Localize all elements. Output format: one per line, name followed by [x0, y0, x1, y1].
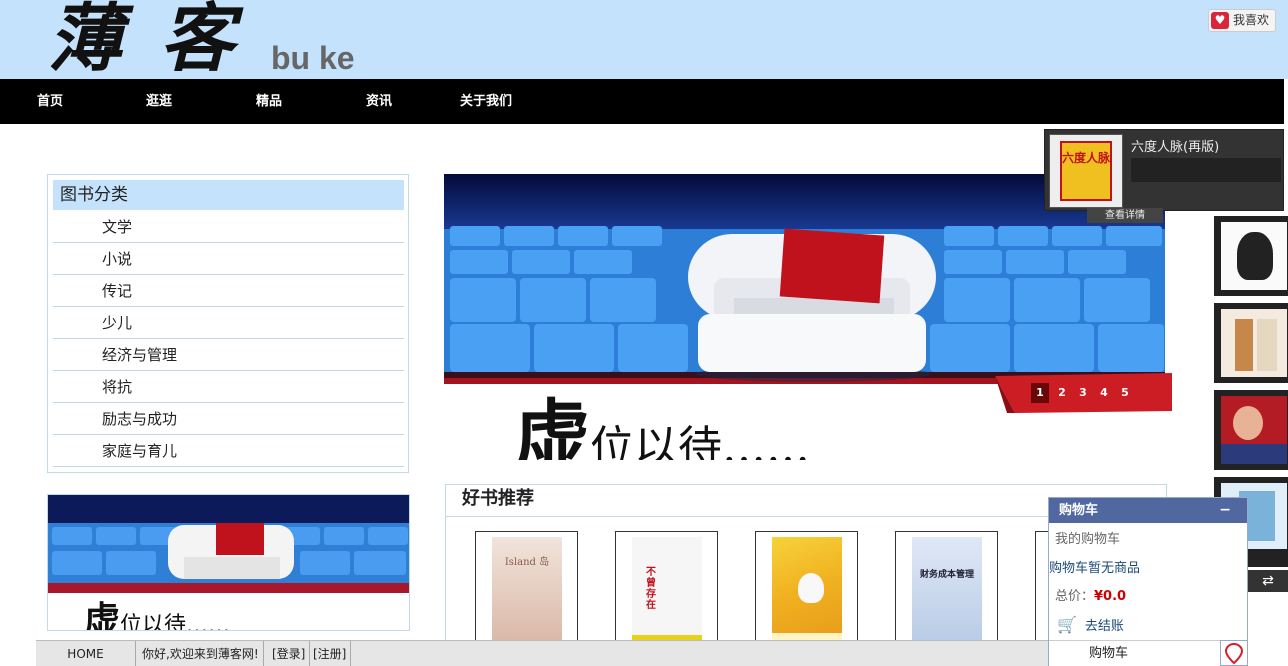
my-cart-label: 我的购物车 [1055, 532, 1121, 547]
like-button[interactable]: ♥ 我喜欢 [1208, 9, 1276, 32]
book-card[interactable]: 不曾存在 [615, 531, 718, 651]
bottom-toolbar: HOME 你好,欢迎来到薄客网! [登录] [注册] [36, 640, 1048, 666]
book-detail-popup: 六度人脉 六度人脉(再版) [1044, 129, 1284, 211]
banner-slogan: 虚位以待…… [514, 374, 810, 460]
login-link[interactable]: [登录] [268, 641, 311, 666]
nav-about[interactable]: 关于我们 [460, 79, 512, 124]
shuffle-icon[interactable]: ⇄ [1248, 570, 1288, 592]
nav-featured[interactable]: 精品 [256, 79, 282, 124]
book-card[interactable]: Island 岛 [475, 531, 578, 651]
category-item[interactable]: 传记 [53, 275, 404, 307]
book-card[interactable]: 财务成本管理 [895, 531, 998, 651]
category-item[interactable]: 家庭与育儿 [53, 435, 404, 467]
nav-home[interactable]: 首页 [37, 79, 63, 124]
category-item[interactable]: 小说 [53, 243, 404, 275]
category-item[interactable]: 文学 [53, 211, 404, 243]
category-item[interactable]: 少儿 [53, 307, 404, 339]
main-nav: 首页 逛逛 精品 资讯 关于我们 [0, 79, 1284, 124]
checkout-label: 去结账 [1084, 619, 1124, 634]
recommended-title: 好书推荐 [462, 488, 534, 509]
heart-icon: ♥ [1211, 12, 1229, 29]
like-label: 我喜欢 [1233, 13, 1270, 27]
book-cover-text: 财务成本管理 [919, 570, 974, 580]
view-detail-button[interactable]: 查看详情 [1087, 208, 1163, 223]
detail-thumbnail[interactable]: 六度人脉 [1049, 134, 1123, 208]
cart-header: 购物车 − [1049, 498, 1247, 523]
cart-minimize-button[interactable]: − [1219, 498, 1231, 523]
book-card[interactable] [755, 531, 858, 651]
detail-thumb-text: 六度人脉 [1060, 141, 1112, 201]
book-cover: Island 岛 [492, 537, 562, 645]
site-header: 薄客 bu ke ♥ 我喜欢 [0, 0, 1288, 82]
location-pin-icon[interactable] [1220, 640, 1248, 666]
book-cover-text: Island 岛 [504, 557, 550, 568]
nav-browse[interactable]: 逛逛 [146, 79, 172, 124]
main-banner[interactable]: 虚位以待…… [444, 174, 1165, 460]
logo-chinese[interactable]: 薄客 [48, 0, 272, 82]
shopping-cart-panel: 购物车 − 我的购物车 购物车暂无商品 总价：¥0.0 🛒 去结账 购物车 [1048, 497, 1248, 666]
category-item[interactable]: 励志与成功 [53, 403, 404, 435]
pager-page-1[interactable]: 1 [1031, 383, 1049, 403]
detail-book-name: 六度人脉(再版) [1131, 140, 1220, 155]
welcome-text: 你好,欢迎来到薄客网! [138, 641, 264, 666]
logo-english: bu ke [271, 40, 355, 76]
cart-title: 购物车 [1059, 503, 1099, 518]
pager-page-4[interactable]: 4 [1095, 383, 1113, 403]
book-cover [772, 537, 842, 645]
cart-footer-tab[interactable]: 购物车 [1049, 640, 1221, 666]
category-panel: 图书分类 文学 小说 传记 少儿 经济与管理 将抗 励志与成功 家庭与育儿 [47, 174, 409, 473]
cart-total: 总价：¥0.0 [1055, 585, 1126, 604]
book-cover: 财务成本管理 [912, 537, 982, 645]
rail-book-thumb[interactable] [1214, 216, 1288, 296]
book-cover: 不曾存在 [632, 537, 702, 645]
pager-page-5[interactable]: 5 [1116, 383, 1134, 403]
side-ad-slogan-big: 虚 [84, 599, 121, 631]
nav-news[interactable]: 资讯 [366, 79, 392, 124]
detail-description [1131, 158, 1281, 182]
cart-empty-message: 购物车暂无商品 [1049, 561, 1141, 576]
rail-book-thumb[interactable] [1214, 390, 1288, 470]
cart-total-value: ¥0.0 [1094, 589, 1127, 604]
banner-slogan-rest: 位以待…… [590, 422, 810, 460]
bottom-home-link[interactable]: HOME [36, 641, 136, 666]
side-ad-slogan: 虚位以待…… [84, 591, 231, 631]
book-cover-text: 不曾存在 [646, 567, 656, 611]
register-link[interactable]: [注册] [309, 641, 352, 666]
category-item[interactable]: 将抗 [53, 371, 404, 403]
cart-icon: 🛒 [1057, 615, 1077, 634]
category-item[interactable]: 经济与管理 [53, 339, 404, 371]
pager-page-2[interactable]: 2 [1053, 383, 1071, 403]
banner-slogan-big: 虚 [514, 391, 590, 460]
banner-pager: 1 2 3 4 5 [995, 373, 1172, 413]
cart-total-label: 总价： [1055, 589, 1095, 604]
rail-book-thumb[interactable] [1214, 303, 1288, 383]
pager-page-3[interactable]: 3 [1074, 383, 1092, 403]
side-ad-slogan-rest: 位以待…… [120, 613, 231, 631]
side-ad-banner[interactable]: 虚位以待…… [47, 494, 410, 631]
category-title: 图书分类 [53, 180, 404, 210]
book-card[interactable] [1035, 531, 1049, 651]
checkout-link[interactable]: 🛒 去结账 [1057, 615, 1124, 634]
